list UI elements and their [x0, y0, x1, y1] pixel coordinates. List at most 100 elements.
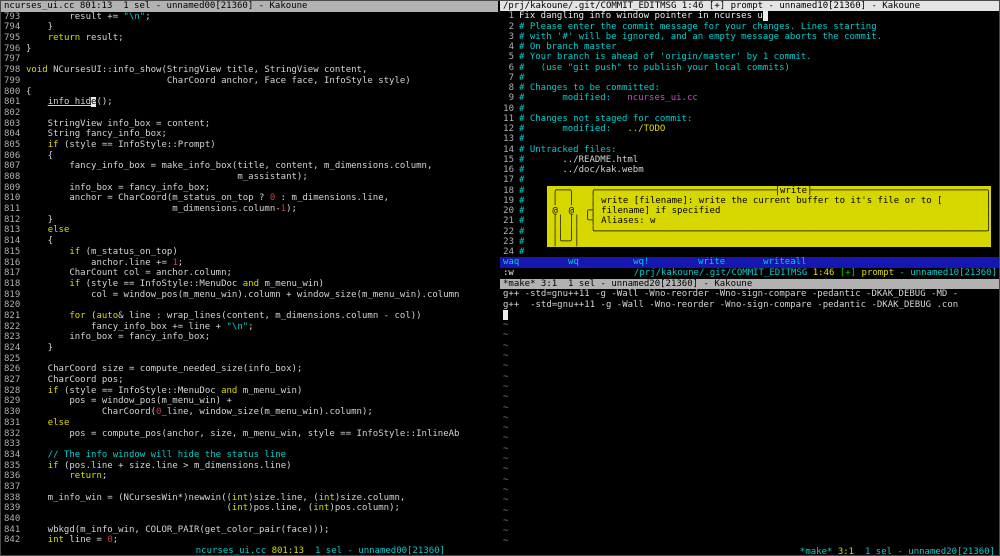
buffer-line[interactable]: 840	[4, 514, 498, 525]
buffer-line[interactable]: 794 }	[4, 22, 498, 33]
buffer-line[interactable]: ~	[503, 464, 999, 474]
buffer-line[interactable]: 802	[4, 108, 498, 119]
buffer-line[interactable]: 817 CharCount col = anchor.column;	[4, 268, 498, 279]
buffer-line[interactable]: 829 pos = window_pos(m_menu_win) +	[4, 396, 498, 407]
buffer-line[interactable]: ~	[503, 413, 999, 423]
buffer-line[interactable]: 821 for (auto& line : wrap_lines(content…	[4, 311, 498, 322]
buffer-line[interactable]: 17 #	[503, 175, 999, 185]
buffer-line[interactable]: 796}	[4, 44, 498, 55]
buffer-line[interactable]: 815 if (m_status_on_top)	[4, 247, 498, 258]
make-buffer-area[interactable]: g++ -std=gnu++11 -g -Wall -Wno-reorder -…	[500, 289, 999, 546]
completion-item[interactable]: waq	[503, 257, 568, 267]
buffer-line[interactable]: ~	[503, 475, 999, 485]
completion-item[interactable]: wq	[568, 257, 633, 267]
buffer-line[interactable]: 15 # ../README.html	[503, 155, 999, 165]
buffer-line[interactable]: ~	[503, 330, 999, 340]
completion-item[interactable]: writeall	[763, 257, 828, 267]
left-code-area[interactable]: 793 result += "\n"; 794 } 795 return resul…	[1, 12, 498, 546]
buffer-line[interactable]: 798 void NCursesUI::info_show(StringView …	[4, 65, 498, 76]
buffer-line[interactable]: 826 CharCoord size = compute_needed_size…	[4, 364, 498, 375]
buffer-line[interactable]: 800 {	[4, 87, 498, 98]
buffer-line[interactable]: ~	[503, 506, 999, 516]
buffer-line[interactable]: 825	[4, 354, 498, 365]
buffer-line[interactable]: 808 m_assistant);	[4, 172, 498, 183]
buffer-line[interactable]: 805 if (style == InfoStyle::Prompt)	[4, 140, 498, 151]
buffer-line[interactable]: 6 # (use "git push" to publish your local…	[503, 63, 999, 73]
buffer-line[interactable]: 823 info_box = fancy_info_box;	[4, 332, 498, 343]
buffer-line[interactable]: 816 anchor.line += 1;	[4, 258, 498, 269]
completion-item[interactable]: wq!	[633, 257, 698, 267]
buffer-line[interactable]: ~	[503, 526, 999, 536]
buffer-line[interactable]: 835 if (pos.line + size.line > m_dimensi…	[4, 461, 498, 472]
buffer-line[interactable]: 828 if (style == InfoStyle::MenuDoc and …	[4, 386, 498, 397]
buffer-line[interactable]: 801 info_hide();	[4, 97, 498, 108]
buffer-line[interactable]: 4 # On branch master	[503, 42, 999, 52]
buffer-line[interactable]: 811 m_dimensions.column-1);	[4, 204, 498, 215]
buffer-line[interactable]: 824 }	[4, 343, 498, 354]
buffer-line[interactable]: 806 {	[4, 151, 498, 162]
buffer-line[interactable]: 14 # Untracked files:	[503, 145, 999, 155]
buffer-line[interactable]	[503, 309, 999, 320]
buffer-line[interactable]: 833	[4, 439, 498, 450]
buffer-line[interactable]: 812 }	[4, 215, 498, 226]
buffer-line[interactable]: 822 fancy_info_box += line + "\n";	[4, 322, 498, 333]
buffer-line[interactable]: 1 Fix dangling info window pointer in ncu…	[503, 11, 999, 22]
buffer-line[interactable]: 16 # ../doc/kak.webm	[503, 165, 999, 175]
buffer-line[interactable]: g++ -std=gnu++11 -g -Wall -Wno-reorder -…	[503, 300, 999, 310]
buffer-line[interactable]: 11 # Changes not staged for commit:	[503, 114, 999, 124]
buffer-line[interactable]: 13 #	[503, 134, 999, 144]
buffer-line[interactable]: 797	[4, 54, 498, 65]
buffer-line[interactable]: 5 # Your branch is ahead of 'origin/maste…	[503, 52, 999, 62]
buffer-line[interactable]: ~	[503, 495, 999, 505]
buffer-line[interactable]: 799 CharCoord anchor, Face face, InfoSty…	[4, 76, 498, 87]
buffer-line[interactable]: 836 return;	[4, 471, 498, 482]
buffer-line[interactable]: ~	[503, 392, 999, 402]
buffer-line[interactable]: 804 String fancy_info_box;	[4, 129, 498, 140]
buffer-line[interactable]: 838 m_info_win = (NCursesWin*)newwin((in…	[4, 493, 498, 504]
buffer-line[interactable]: ~	[503, 351, 999, 361]
buffer-line[interactable]: 839 (int)pos.line, (int)pos.column);	[4, 503, 498, 514]
buffer-line[interactable]: 814 {	[4, 236, 498, 247]
buffer-line[interactable]: ~	[503, 433, 999, 443]
buffer-line[interactable]: ~	[503, 403, 999, 413]
buffer-line[interactable]: 827 CharCoord pos;	[4, 375, 498, 386]
buffer-line[interactable]: g++ -std=gnu++11 -g -Wall -Wno-reorder -…	[503, 289, 999, 299]
buffer-line[interactable]: 24 #	[503, 247, 999, 257]
command-prompt[interactable]: :w	[503, 268, 514, 278]
completion-item[interactable]: write	[698, 257, 763, 267]
buffer-line[interactable]: 795 return result;	[4, 33, 498, 44]
buffer-line[interactable]: ~	[503, 423, 999, 433]
buffer-line[interactable]: ~	[503, 320, 999, 330]
buffer-line[interactable]: 803 StringView info_box = content;	[4, 119, 498, 130]
buffer-line[interactable]: 8 # Changes to be committed:	[503, 83, 999, 93]
buffer-line[interactable]: ~	[503, 382, 999, 392]
buffer-line[interactable]: ~	[503, 444, 999, 454]
buffer-line[interactable]: 841 wbkgd(m_info_win, COLOR_PAIR(get_col…	[4, 525, 498, 536]
buffer-line[interactable]: 2 # Please enter the commit message for y…	[503, 22, 999, 32]
buffer-line[interactable]: ~	[503, 372, 999, 382]
buffer-line[interactable]: ~	[503, 485, 999, 495]
buffer-line[interactable]: ~	[503, 341, 999, 351]
buffer-line[interactable]: ~	[503, 454, 999, 464]
buffer-line[interactable]: 842 int line = 0;	[4, 535, 498, 546]
buffer-line[interactable]: 813 else	[4, 225, 498, 236]
buffer-line[interactable]: 837	[4, 482, 498, 493]
buffer-line[interactable]: 819 col = window_pos(m_menu_win).column …	[4, 290, 498, 301]
buffer-line[interactable]: 3 # with '#' will be ignored, and an empt…	[503, 32, 999, 42]
buffer-line[interactable]: 834 // The info window will hide the sta…	[4, 450, 498, 461]
buffer-line[interactable]: 793 result += "\n";	[4, 12, 498, 23]
buffer-line[interactable]: 810 anchor = CharCoord(m_status_on_top ?…	[4, 193, 498, 204]
buffer-line[interactable]: 10 #	[503, 104, 999, 114]
buffer-line[interactable]: ~	[503, 536, 999, 546]
buffer-line[interactable]: ~	[503, 516, 999, 526]
buffer-line[interactable]: 9 # modified: ncurses_ui.cc	[503, 93, 999, 103]
buffer-line[interactable]: 831 else	[4, 418, 498, 429]
buffer-line[interactable]: 7 #	[503, 73, 999, 83]
buffer-line[interactable]: ~	[503, 361, 999, 371]
buffer-line[interactable]: 807 fancy_info_box = make_info_box(title…	[4, 161, 498, 172]
buffer-line[interactable]: 12 # modified: ../TODO	[503, 124, 999, 134]
buffer-line[interactable]: 809 info_box = fancy_info_box;	[4, 183, 498, 194]
buffer-line[interactable]: 818 if (style == InfoStyle::MenuDoc and …	[4, 279, 498, 290]
buffer-line[interactable]: 832 pos = compute_pos(anchor, size, m_me…	[4, 429, 498, 440]
buffer-line[interactable]: 820	[4, 300, 498, 311]
